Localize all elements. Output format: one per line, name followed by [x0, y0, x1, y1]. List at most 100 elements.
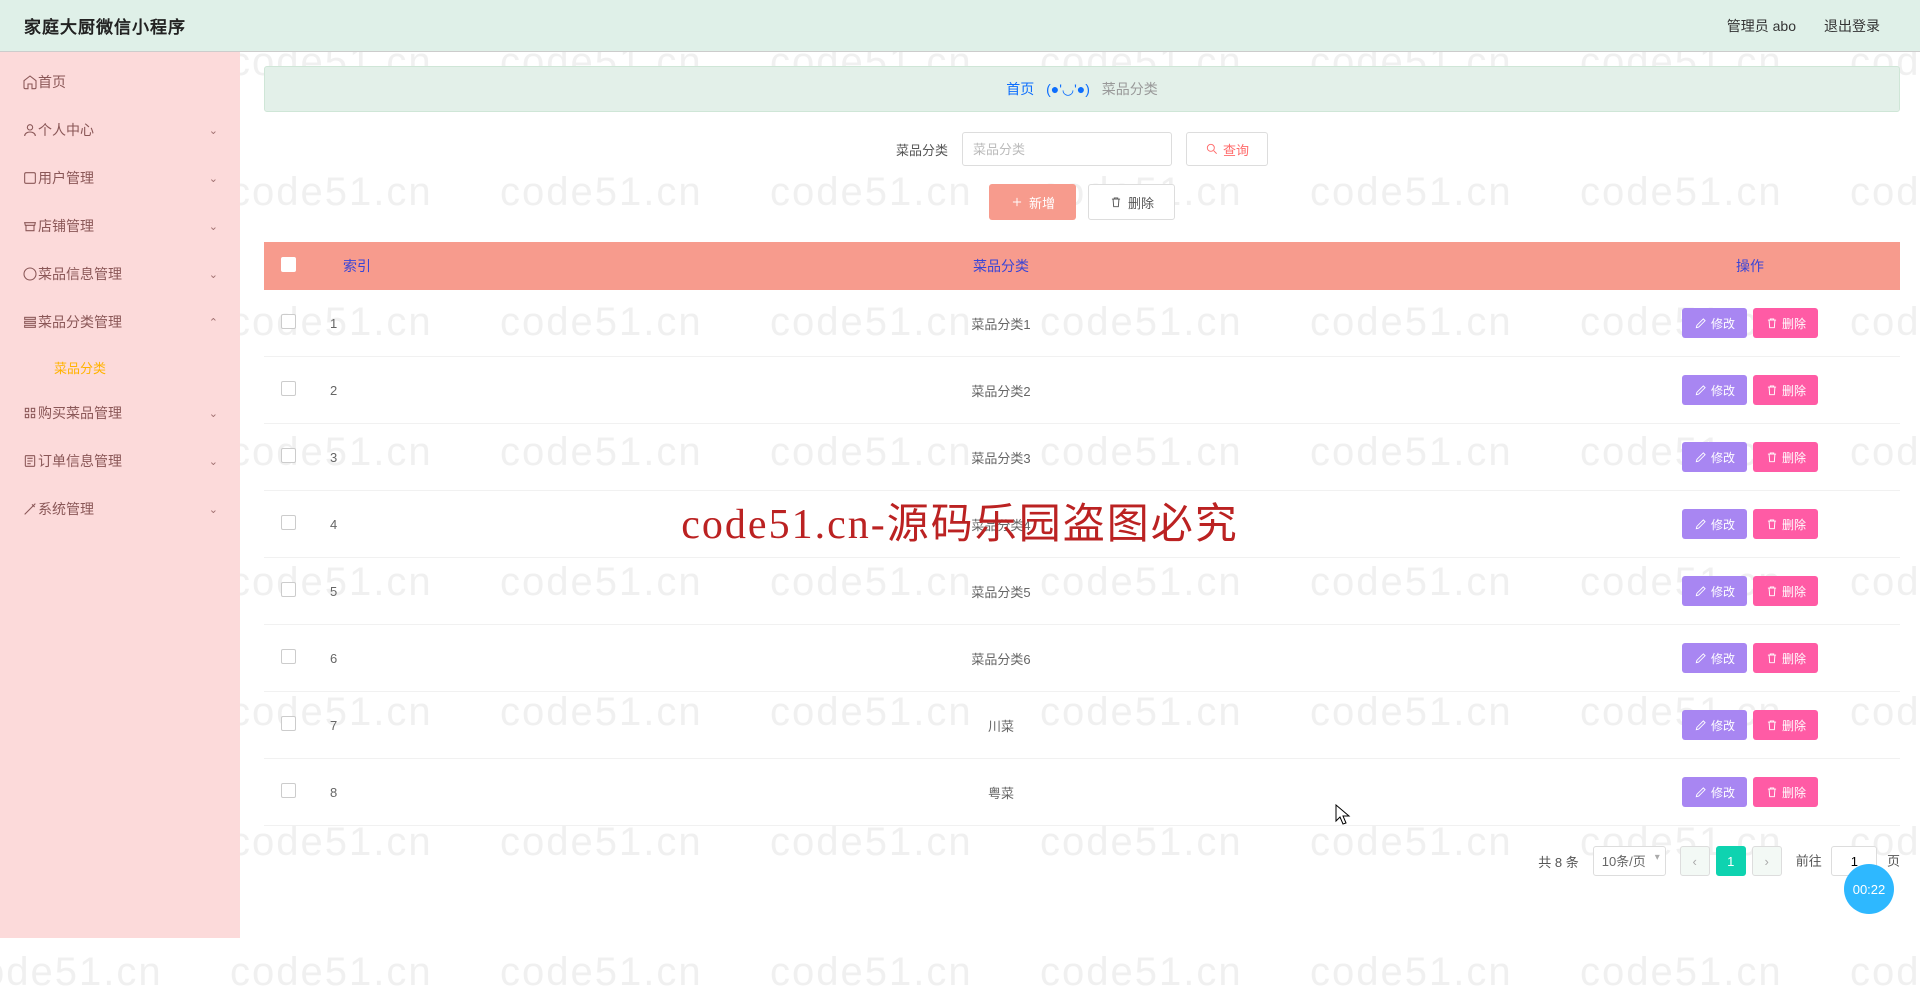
- trash-icon: [1765, 316, 1779, 330]
- edit-button[interactable]: 修改: [1682, 375, 1747, 405]
- edit-button[interactable]: 修改: [1682, 643, 1747, 673]
- sidebar-item-label: 购买菜品管理: [38, 403, 122, 423]
- header-index: 索引: [312, 242, 402, 290]
- row-delete-button[interactable]: 删除: [1753, 777, 1818, 807]
- edit-button[interactable]: 修改: [1682, 509, 1747, 539]
- sidebar-item-purchase[interactable]: 购买菜品管理 ⌄: [0, 389, 240, 437]
- row-checkbox[interactable]: [281, 783, 296, 798]
- row-ops: 修改删除: [1600, 692, 1900, 759]
- trash-icon: [1765, 584, 1779, 598]
- filter-bar: 菜品分类 查询: [264, 132, 1900, 166]
- action-bar: 新增 删除: [264, 184, 1900, 220]
- user-icon: [22, 122, 38, 138]
- row-index: 1: [312, 290, 402, 357]
- pager-page-1[interactable]: 1: [1716, 846, 1746, 876]
- chevron-down-icon: ⌄: [209, 172, 218, 185]
- row-index: 2: [312, 357, 402, 424]
- trash-icon: [1765, 383, 1779, 397]
- pager-total: 共 8 条: [1538, 852, 1578, 871]
- edit-button[interactable]: 修改: [1682, 576, 1747, 606]
- trash-icon: [1109, 195, 1123, 209]
- row-delete-button[interactable]: 删除: [1753, 643, 1818, 673]
- header-name: 菜品分类: [402, 242, 1600, 290]
- row-name: 菜品分类4: [402, 491, 1600, 558]
- row-checkbox[interactable]: [281, 582, 296, 597]
- sidebar-item-system[interactable]: 系统管理 ⌄: [0, 485, 240, 533]
- row-delete-button[interactable]: 删除: [1753, 442, 1818, 472]
- chevron-down-icon: ⌄: [209, 503, 218, 516]
- sidebar-item-orders[interactable]: 订单信息管理 ⌄: [0, 437, 240, 485]
- row-name: 川菜: [402, 692, 1600, 759]
- edit-icon: [1694, 383, 1708, 397]
- sidebar-item-label: 首页: [38, 72, 66, 92]
- filter-label: 菜品分类: [896, 140, 948, 159]
- row-index: 7: [312, 692, 402, 759]
- row-checkbox[interactable]: [281, 649, 296, 664]
- page-size-select[interactable]: 10条/页: [1593, 846, 1666, 876]
- row-index: 3: [312, 424, 402, 491]
- sidebar-item-users[interactable]: 用户管理 ⌄: [0, 154, 240, 202]
- row-name: 菜品分类6: [402, 625, 1600, 692]
- sidebar-item-label: 菜品信息管理: [38, 264, 122, 284]
- sidebar-item-categories[interactable]: 菜品分类管理 ⌃: [0, 298, 240, 346]
- pager-next[interactable]: ›: [1752, 846, 1782, 876]
- search-button[interactable]: 查询: [1186, 132, 1268, 166]
- trash-icon: [1765, 450, 1779, 464]
- row-checkbox[interactable]: [281, 515, 296, 530]
- order-icon: [22, 453, 38, 469]
- row-delete-button[interactable]: 删除: [1753, 576, 1818, 606]
- logout-link[interactable]: 退出登录: [1824, 16, 1880, 36]
- chevron-down-icon: ⌄: [209, 268, 218, 281]
- users-icon: [22, 170, 38, 186]
- sidebar-item-home[interactable]: 首页: [0, 58, 240, 106]
- edit-button[interactable]: 修改: [1682, 442, 1747, 472]
- table-row: 6菜品分类6修改删除: [264, 625, 1900, 692]
- header-checkbox: [264, 242, 312, 290]
- table-row: 1菜品分类1修改删除: [264, 290, 1900, 357]
- edit-button[interactable]: 修改: [1682, 710, 1747, 740]
- sidebar-item-shops[interactable]: 店铺管理 ⌄: [0, 202, 240, 250]
- sidebar-item-label: 系统管理: [38, 499, 94, 519]
- edit-button[interactable]: 修改: [1682, 777, 1747, 807]
- row-checkbox[interactable]: [281, 381, 296, 396]
- sidebar-item-label: 个人中心: [38, 120, 94, 140]
- delete-button[interactable]: 删除: [1088, 184, 1175, 220]
- row-name: 菜品分类3: [402, 424, 1600, 491]
- trash-icon: [1765, 718, 1779, 732]
- sidebar-subitem-category[interactable]: 菜品分类: [0, 346, 240, 389]
- row-delete-button[interactable]: 删除: [1753, 509, 1818, 539]
- row-delete-button[interactable]: 删除: [1753, 375, 1818, 405]
- row-index: 8: [312, 759, 402, 826]
- row-delete-button[interactable]: 删除: [1753, 308, 1818, 338]
- table-row: 3菜品分类3 修改删除: [264, 424, 1900, 491]
- edit-icon: [1694, 718, 1708, 732]
- select-all-checkbox[interactable]: [281, 257, 296, 272]
- edit-button[interactable]: 修改: [1682, 308, 1747, 338]
- row-ops: 修改删除: [1600, 625, 1900, 692]
- chevron-down-icon: ⌄: [209, 220, 218, 233]
- row-checkbox[interactable]: [281, 716, 296, 731]
- pager-prev[interactable]: ‹: [1680, 846, 1710, 876]
- edit-icon: [1694, 316, 1708, 330]
- row-delete-button[interactable]: 删除: [1753, 710, 1818, 740]
- sidebar-item-dishes[interactable]: 菜品信息管理 ⌄: [0, 250, 240, 298]
- row-checkbox[interactable]: [281, 314, 296, 329]
- breadcrumb: 首页 (●'◡'●) 菜品分类: [264, 66, 1900, 112]
- current-user[interactable]: 管理员 abo: [1727, 16, 1796, 36]
- edit-icon: [1694, 584, 1708, 598]
- row-name: 菜品分类2: [402, 357, 1600, 424]
- row-checkbox[interactable]: [281, 448, 296, 463]
- dish-icon: [22, 266, 38, 282]
- trash-icon: [1765, 785, 1779, 799]
- header-ops: 操作: [1600, 242, 1900, 290]
- chevron-up-icon: ⌃: [209, 316, 218, 329]
- sidebar-item-profile[interactable]: 个人中心 ⌄: [0, 106, 240, 154]
- breadcrumb-home[interactable]: 首页: [1006, 81, 1034, 97]
- add-button[interactable]: 新增: [989, 184, 1076, 220]
- sidebar-item-label: 订单信息管理: [38, 451, 122, 471]
- filter-input[interactable]: [962, 132, 1172, 166]
- home-icon: [22, 74, 38, 90]
- table-row: 7川菜修改删除: [264, 692, 1900, 759]
- pagination: 共 8 条 10条/页 ‹ 1 › 前往 页: [264, 846, 1900, 876]
- sidebar-item-label: 菜品分类管理: [38, 312, 122, 332]
